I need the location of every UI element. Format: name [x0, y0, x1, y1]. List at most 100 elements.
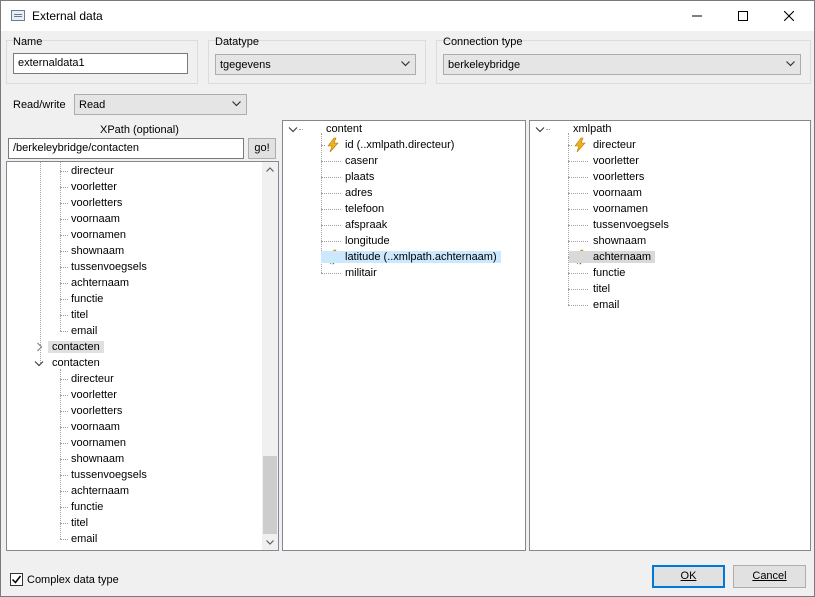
go-button[interactable]: go! — [248, 138, 276, 159]
source-tree-item[interactable]: voorletter — [71, 179, 117, 195]
tree-guide-line — [60, 427, 68, 428]
tree-guide-line — [568, 133, 569, 305]
source-tree-item[interactable]: functie — [71, 291, 103, 307]
tree-guide-line — [40, 162, 41, 363]
xmlpath-tree-item[interactable]: functie — [593, 265, 625, 281]
close-button[interactable] — [766, 1, 812, 31]
datatype-select[interactable]: tgegevens — [215, 54, 416, 75]
source-tree-node-contacten[interactable]: contacten — [48, 339, 104, 355]
external-data-dialog: External data Name externaldata1 Datatyp… — [0, 0, 815, 597]
minimize-button[interactable] — [674, 1, 720, 31]
content-tree-item[interactable]: id (..xmlpath.directeur) — [345, 137, 454, 153]
tree-guide-line — [60, 235, 68, 236]
tree-guide-line — [60, 251, 68, 252]
source-tree-item[interactable]: voorletters — [71, 403, 122, 419]
source-tree-item[interactable]: functie — [71, 499, 103, 515]
source-tree-item[interactable]: voorletter — [71, 387, 117, 403]
source-tree-item[interactable]: titel — [71, 307, 88, 323]
tree-guide-line — [60, 459, 68, 460]
complex-data-type-checkbox[interactable] — [10, 573, 23, 586]
source-tree-item[interactable]: achternaam — [71, 483, 129, 499]
xmlpath-tree-item[interactable]: directeur — [593, 137, 636, 153]
content-tree-root[interactable]: content — [326, 121, 362, 137]
content-tree-item[interactable]: casenr — [345, 153, 378, 169]
source-tree-item[interactable]: voornaam — [71, 419, 120, 435]
source-tree-scrollbar[interactable] — [262, 162, 278, 550]
content-tree-item[interactable]: afspraak — [345, 217, 387, 233]
source-tree-item[interactable]: directeur — [71, 371, 114, 387]
source-tree-node-label: contacten — [48, 341, 104, 353]
content-tree-item[interactable]: adres — [345, 185, 373, 201]
readwrite-value: Read — [79, 99, 106, 111]
maximize-button[interactable] — [720, 1, 766, 31]
source-tree-item[interactable]: titel — [71, 515, 88, 531]
xmlpath-tree-item-label: shownaam — [593, 235, 647, 247]
tree-guide-line — [60, 315, 68, 316]
content-tree-item[interactable]: plaats — [345, 169, 374, 185]
content-tree-item[interactable]: militair — [345, 265, 377, 281]
tree-guide-line — [60, 171, 68, 172]
minimize-icon — [692, 15, 702, 17]
scroll-down-icon — [266, 540, 274, 545]
source-tree-item[interactable]: email — [71, 531, 97, 547]
xmlpath-tree-item[interactable]: email — [593, 297, 619, 313]
tree-guide-line — [60, 491, 68, 492]
chevron-down-icon — [401, 61, 410, 67]
tree-guide-line — [568, 305, 588, 306]
readwrite-select[interactable]: Read — [74, 94, 247, 115]
xmlpath-tree-item-label: titel — [593, 283, 611, 295]
source-tree-item[interactable]: voornamen — [71, 435, 126, 451]
connection-type-value: berkeleybridge — [448, 59, 521, 71]
title-bar: External data — [1, 1, 814, 31]
source-tree-item[interactable]: tussenvoegsels — [71, 259, 147, 275]
datatype-label: Datatype — [215, 36, 260, 48]
xmlpath-tree-item-label: directeur — [593, 139, 636, 151]
xmlpath-tree-item[interactable]: voornamen — [593, 201, 648, 217]
tree-guide-line — [60, 475, 68, 476]
content-tree-item[interactable]: latitude (..xmlpath.achternaam) — [321, 249, 501, 265]
xmlpath-tree-item[interactable]: titel — [593, 281, 610, 297]
source-tree-item[interactable]: achternaam — [71, 275, 129, 291]
tree-guide-line — [568, 241, 588, 242]
xpath-input[interactable]: /berkeleybridge/contacten — [8, 138, 244, 159]
ok-button[interactable]: OK — [652, 565, 725, 588]
xmlpath-tree-item[interactable]: tussenvoegsels — [593, 217, 669, 233]
tree-guide-line — [568, 209, 588, 210]
tree-guide-line — [568, 161, 588, 162]
xmlpath-tree-root[interactable]: xmlpath — [573, 121, 612, 137]
chevron-down-icon — [786, 61, 795, 67]
source-tree-item[interactable]: voornamen — [71, 227, 126, 243]
content-tree-item[interactable]: telefoon — [345, 201, 384, 217]
source-tree-item[interactable]: directeur — [71, 163, 114, 179]
tree-guide-line — [60, 443, 68, 444]
cancel-button[interactable]: Cancel — [733, 565, 806, 588]
scroll-thumb[interactable] — [263, 456, 277, 534]
tree-guide-line — [60, 267, 68, 268]
content-tree-item-label: adres — [345, 187, 373, 199]
tree-guide-line — [321, 225, 341, 226]
xmlpath-tree-item[interactable]: voornaam — [593, 185, 642, 201]
tree-guide-line — [321, 241, 341, 242]
source-tree-item[interactable]: tussenvoegsels — [71, 467, 147, 483]
tree-guide-line — [60, 411, 68, 412]
tree-guide-line — [60, 219, 68, 220]
readwrite-label: Read/write — [13, 99, 66, 111]
source-tree-item[interactable]: voornaam — [71, 211, 120, 227]
xmlpath-tree-item[interactable]: achternaam — [569, 249, 656, 265]
tree-guide-line — [60, 523, 68, 524]
xmlpath-tree-item[interactable]: voorletter — [593, 153, 639, 169]
source-tree-item[interactable]: email — [71, 323, 97, 339]
content-tree-item[interactable]: longitude — [345, 233, 390, 249]
source-tree-item[interactable]: voorletters — [71, 195, 122, 211]
name-label: Name — [13, 36, 43, 48]
source-tree-item[interactable]: shownaam — [71, 243, 124, 259]
xmlpath-tree-item[interactable]: voorletters — [593, 169, 644, 185]
content-tree-item-label: militair — [345, 267, 377, 279]
xmlpath-tree-item[interactable]: shownaam — [593, 233, 646, 249]
source-tree-item[interactable]: shownaam — [71, 451, 124, 467]
name-input[interactable]: externaldata1 — [13, 53, 188, 74]
connection-type-select[interactable]: berkeleybridge — [443, 54, 801, 75]
tree-guide-line — [568, 177, 588, 178]
cancel-label: Cancel — [752, 570, 787, 582]
tree-guide-line — [60, 539, 68, 540]
